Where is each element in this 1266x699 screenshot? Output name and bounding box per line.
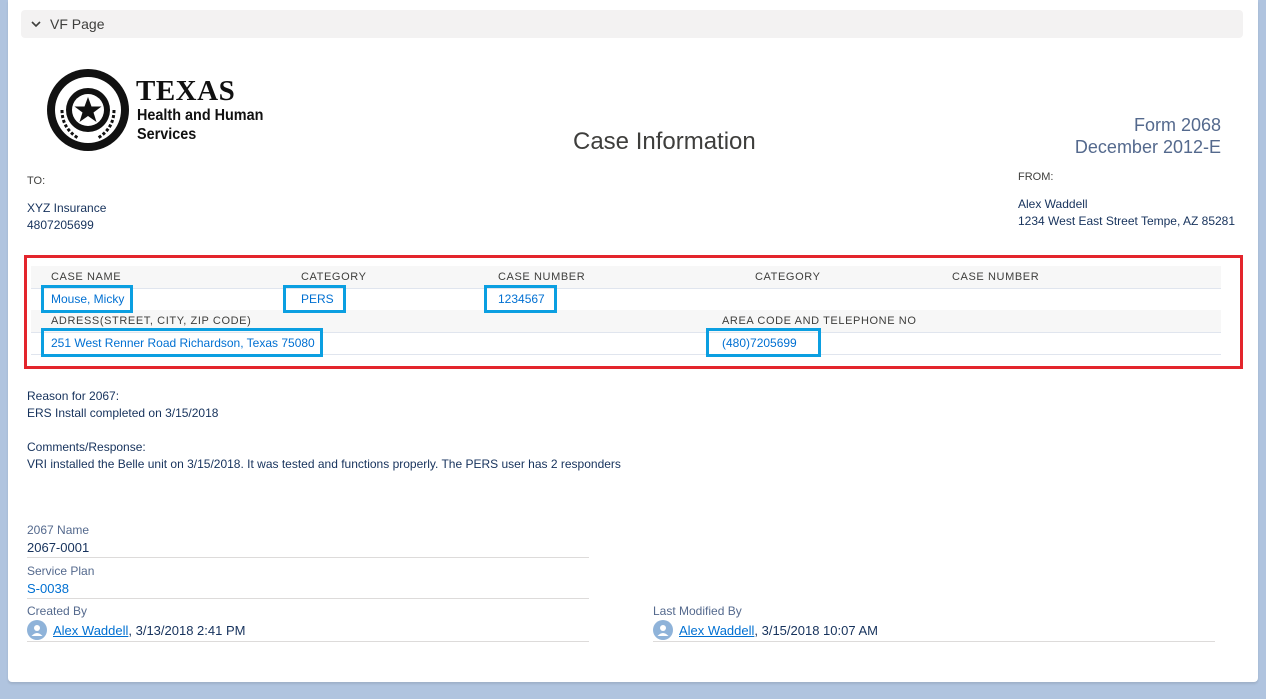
from-name: Alex Waddell xyxy=(1018,197,1088,211)
col-case-number: CASE NUMBER xyxy=(498,271,586,283)
highlight-case-name xyxy=(41,285,133,313)
comments-text: VRI installed the Belle unit on 3/15/201… xyxy=(27,457,621,471)
col-case-number-2: CASE NUMBER xyxy=(952,271,1040,283)
from-address: 1234 West East Street Tempe, AZ 85281 xyxy=(1018,214,1236,228)
divider xyxy=(27,598,589,599)
user-avatar-icon[interactable] xyxy=(27,620,47,640)
reason-label: Reason for 2067: xyxy=(27,389,120,403)
to-label: TO: xyxy=(27,175,46,187)
name-field-value: 2067-0001 xyxy=(27,540,90,555)
highlight-category xyxy=(283,285,346,313)
col-address: ADRESS(STREET, CITY, ZIP CODE) xyxy=(51,315,252,327)
case-header-row: CASE NAME CATEGORY CASE NUMBER CATEGORY … xyxy=(31,266,1221,289)
page-title: Case Information xyxy=(573,128,756,155)
col-category: CATEGORY xyxy=(301,271,367,283)
modified-by-label: Last Modified By xyxy=(653,604,742,618)
col-category-2: CATEGORY xyxy=(755,271,821,283)
divider xyxy=(27,557,589,558)
created-by-label: Created By xyxy=(27,604,88,618)
highlight-case-number xyxy=(484,285,557,313)
service-plan-label: Service Plan xyxy=(27,564,95,578)
to-phone: 4807205699 xyxy=(27,218,94,232)
section-header-vf-page[interactable]: VF Page xyxy=(21,10,1243,38)
vf-page-card: VF Page TEXAS Health and Human Services … xyxy=(8,0,1258,682)
divider xyxy=(27,641,589,642)
col-case-name: CASE NAME xyxy=(51,271,122,283)
created-date: , 3/13/2018 2:41 PM xyxy=(128,622,246,638)
form-date: December 2012-E xyxy=(1074,137,1221,157)
created-by-user-link[interactable]: Alex Waddell xyxy=(53,623,128,638)
modified-date: , 3/15/2018 10:07 AM xyxy=(754,622,878,638)
name-field-label: 2067 Name xyxy=(27,523,90,537)
modified-by-value: Alex Waddell , 3/15/2018 10:07 AM xyxy=(653,620,878,640)
logo-hhs-line2: Services xyxy=(137,126,197,143)
col-phone: AREA CODE AND TELEPHONE NO xyxy=(722,315,917,327)
modified-by-user-link[interactable]: Alex Waddell xyxy=(679,623,754,638)
highlight-address xyxy=(41,328,323,357)
divider xyxy=(653,641,1215,642)
chevron-down-icon[interactable] xyxy=(30,18,42,30)
case-value-row: Mouse, Micky PERS 1234567 xyxy=(31,288,1221,311)
logo-texas-text: TEXAS xyxy=(136,75,236,107)
to-name: XYZ Insurance xyxy=(27,201,107,215)
user-avatar-icon[interactable] xyxy=(653,620,673,640)
logo-hhs-line1: Health and Human xyxy=(137,107,264,124)
reason-text: ERS Install completed on 3/15/2018 xyxy=(27,406,219,420)
texas-seal-logo xyxy=(47,69,129,151)
created-by-value: Alex Waddell , 3/13/2018 2:41 PM xyxy=(27,620,245,640)
from-label: FROM: xyxy=(1018,171,1054,183)
form-number: Form 2068 xyxy=(1133,115,1221,135)
highlight-phone xyxy=(706,328,821,357)
service-plan-link[interactable]: S-0038 xyxy=(27,581,69,596)
section-title: VF Page xyxy=(50,16,105,32)
comments-label: Comments/Response: xyxy=(27,440,146,454)
